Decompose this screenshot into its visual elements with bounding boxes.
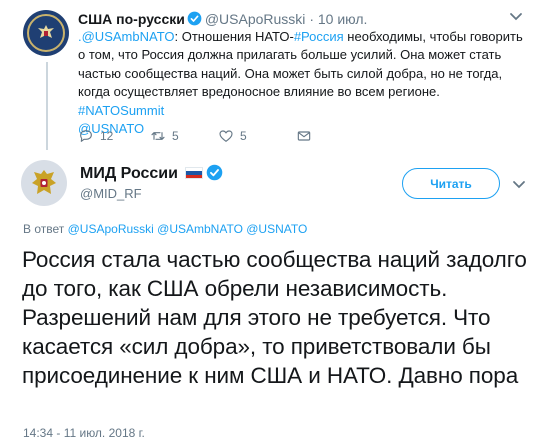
direct-message-button[interactable] — [296, 128, 318, 144]
author-name-row: МИД России — [80, 164, 223, 183]
reply-count: 12 — [100, 129, 114, 143]
like-button[interactable]: 5 — [218, 128, 247, 144]
hashtag-link[interactable]: #NATOSummit — [78, 103, 164, 118]
retweet-count: 5 — [172, 129, 179, 143]
separator-dot: · — [309, 11, 314, 27]
reply-to-prefix: В ответ — [23, 222, 65, 236]
author-handle[interactable]: @USApoRusski — [205, 11, 306, 27]
parent-tweet-text: .@USAmbNATO: Отношения НАТО-#Россия необ… — [78, 28, 528, 138]
chevron-down-icon[interactable] — [512, 180, 526, 190]
avatar[interactable] — [23, 10, 69, 56]
parent-avatar-column — [23, 10, 73, 56]
verified-badge-icon — [206, 164, 223, 181]
tweet-timestamp[interactable]: 14:34 - 11 июл. 2018 г. — [23, 426, 145, 440]
eagle-seal-icon — [38, 25, 54, 38]
thread-connector — [46, 62, 48, 150]
tweet-actions: 12 5 5 — [78, 128, 378, 146]
reply-icon — [80, 130, 92, 142]
retweet-icon — [151, 132, 165, 140]
mention-link[interactable]: .@USAmbNATO — [78, 29, 175, 44]
tweet-text-part: : Отношения НАТО- — [174, 29, 294, 44]
reply-to-mentions[interactable]: @USApoRusski @USAmbNATO @USNATO — [68, 222, 308, 236]
retweet-button[interactable]: 5 — [150, 128, 179, 144]
heart-icon — [219, 130, 233, 142]
author-name[interactable]: США по-русски — [78, 11, 185, 27]
parent-tweet-header: США по-русски @USApoRusski · 10 июл. — [78, 11, 367, 27]
verified-badge-icon — [187, 11, 202, 26]
coat-of-arms-icon — [32, 170, 56, 194]
parent-tweet[interactable]: США по-русски @USApoRusski · 10 июл. .@US… — [0, 0, 537, 150]
like-count: 5 — [240, 129, 247, 143]
avatar[interactable] — [21, 160, 67, 206]
chevron-down-icon[interactable] — [509, 12, 523, 22]
russia-flag-icon — [184, 167, 203, 179]
hashtag-link[interactable]: #Россия — [294, 29, 344, 44]
reply-context: В ответ @USApoRusski @USAmbNATO @USNATO — [23, 222, 307, 236]
envelope-icon — [297, 131, 311, 141]
tweet-time[interactable]: 10 июл. — [318, 11, 368, 27]
author-handle[interactable]: @MID_RF — [80, 186, 142, 201]
follow-button[interactable]: Читать — [402, 168, 500, 199]
author-name[interactable]: МИД России — [80, 165, 178, 182]
tweet-text: Россия стала частью сообщества наций зад… — [22, 247, 527, 388]
reply-button[interactable]: 12 — [78, 128, 113, 144]
